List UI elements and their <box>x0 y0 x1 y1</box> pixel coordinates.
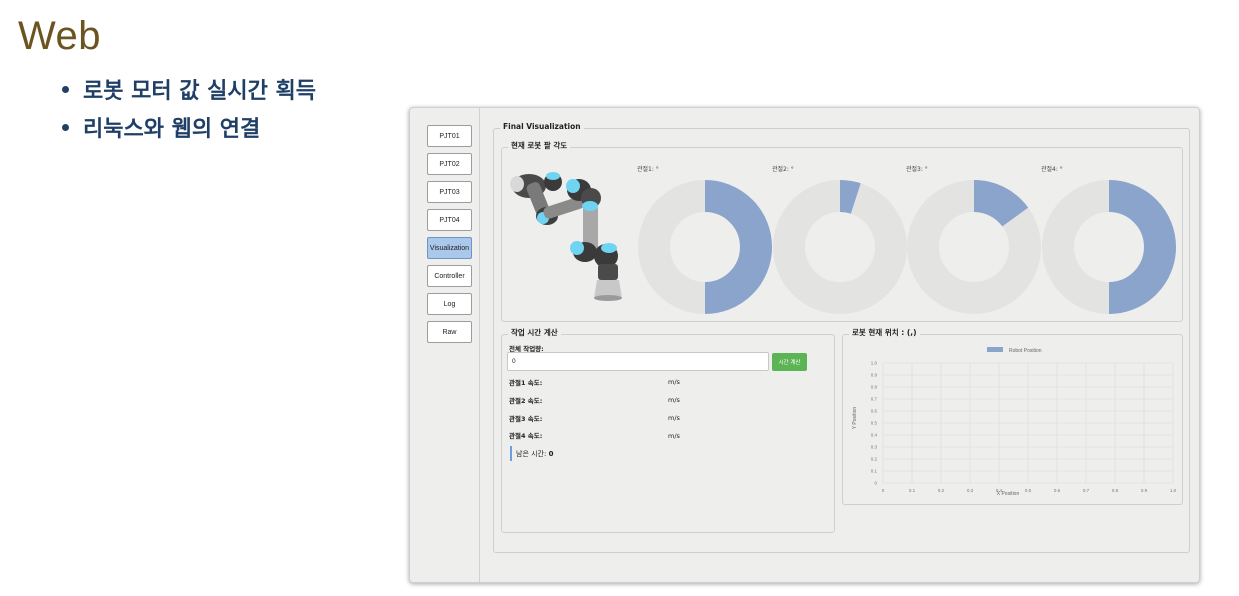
y-tick-label: 0.8 <box>871 385 878 390</box>
y-tick-label: 0.3 <box>871 445 878 450</box>
y-tick-label: 0.7 <box>871 397 878 402</box>
bullet-text: 로봇 모터 값 실시간 획득 <box>83 79 317 104</box>
legend-label: Robot Position <box>1009 348 1042 354</box>
y-tick-label: 0.4 <box>871 433 878 438</box>
joint1-angle-label: 관절1: ° <box>637 166 659 173</box>
x-tick-label: 0.9 <box>1141 488 1148 493</box>
joint2-speed-label: 관절2 속도: <box>509 397 543 405</box>
y-tick-label: 0.5 <box>871 421 878 426</box>
bullet-dot <box>62 85 69 93</box>
joint3-gauge <box>907 180 1041 314</box>
sidebar: PJT01 PJT02 PJT03 PJT04 Visualization Co… <box>410 108 480 582</box>
gauge-value-arc <box>704 180 772 314</box>
x-tick-label: 0.3 <box>967 488 974 493</box>
bullet-list: 로봇 모터 값 실시간 획득 리눅스와 웹의 연결 <box>62 70 316 146</box>
y-tick-label: 1.0 <box>871 361 878 366</box>
joint4-speed-label: 관절4 속도: <box>509 432 543 440</box>
bullet-text: 리눅스와 웹의 연결 <box>83 117 261 142</box>
y-tick-label: 0.6 <box>871 409 878 414</box>
x-axis-label: X Position <box>997 491 1020 497</box>
y-tick-label: 0.2 <box>871 457 878 462</box>
joint3-angle-label: 관절3: ° <box>906 166 928 173</box>
gauge-value-arc <box>839 180 861 214</box>
y-tick-label: 0.1 <box>871 469 878 474</box>
x-tick-label: 0 <box>882 488 885 493</box>
joint2-speed-unit: m/s <box>668 396 680 404</box>
joint4-angle-label: 관절4: ° <box>1041 166 1063 173</box>
nav-button-pjt03[interactable]: PJT03 <box>427 181 472 203</box>
x-tick-label: 0.8 <box>1112 488 1119 493</box>
gauge-value-arc <box>973 180 1029 228</box>
work-time-title: 작업 시간 계산 <box>508 328 561 338</box>
legend-swatch <box>987 347 1003 352</box>
bullet-item: 로봇 모터 값 실시간 획득 <box>62 70 316 108</box>
joint4-speed-unit: m/s <box>668 432 680 440</box>
joint1-gauge <box>638 180 772 314</box>
total-work-input[interactable]: 0 <box>507 352 769 371</box>
remaining-time-label: 남은 시간: <box>516 449 547 458</box>
x-tick-label: 0.7 <box>1083 488 1090 493</box>
final-visualization-title: Final Visualization <box>500 122 584 132</box>
x-tick-label: 0.1 <box>909 488 916 493</box>
remaining-time: 남은 시간: 0 <box>510 446 553 461</box>
position-chart: Robot Position 0 0.1 0.2 0.3 0.4 0.5 0.6 0.7 0.8… <box>852 347 1177 497</box>
joint1-speed-label: 관절1 속도: <box>509 379 543 387</box>
nav-button-pjt01[interactable]: PJT01 <box>427 125 472 147</box>
robot-arm-image <box>510 172 622 301</box>
y-axis-label: Y Position <box>852 407 858 430</box>
joint4-gauge <box>1042 180 1176 314</box>
x-tick-label: 1.0 <box>1170 488 1177 493</box>
bullet-item: 리눅스와 웹의 연결 <box>62 108 316 146</box>
x-tick-label: 0.2 <box>938 488 945 493</box>
nav-button-pjt04[interactable]: PJT04 <box>427 209 472 231</box>
x-tick-label: 0.6 <box>1054 488 1061 493</box>
calc-time-button[interactable]: 시간 계산 <box>772 353 807 371</box>
app-window: PJT01 PJT02 PJT03 PJT04 Visualization Co… <box>409 107 1200 583</box>
nav-button-controller[interactable]: Controller <box>427 265 472 287</box>
nav-button-visualization[interactable]: Visualization <box>427 237 472 259</box>
remaining-time-value: 0 <box>548 449 554 458</box>
slide-title: Web <box>18 14 102 58</box>
arm-angle-title: 현재 로봇 팔 각도 <box>508 141 571 151</box>
joint3-speed-unit: m/s <box>668 414 680 422</box>
position-title: 로봇 현재 위치 : (,) <box>849 328 920 338</box>
nav-button-raw[interactable]: Raw <box>427 321 472 343</box>
x-tick-label: 0.5 <box>1025 488 1032 493</box>
joint3-speed-label: 관절3 속도: <box>509 415 543 423</box>
nav-button-pjt02[interactable]: PJT02 <box>427 153 472 175</box>
bullet-dot <box>62 123 69 131</box>
y-tick-label: 0.9 <box>871 373 878 378</box>
joint2-angle-label: 관절2: ° <box>772 166 794 173</box>
nav-button-log[interactable]: Log <box>427 293 472 315</box>
joint1-speed-unit: m/s <box>668 378 680 386</box>
y-tick-label: 0 <box>874 481 877 486</box>
gauge-value-arc <box>1108 180 1176 314</box>
joint2-gauge <box>773 180 907 314</box>
